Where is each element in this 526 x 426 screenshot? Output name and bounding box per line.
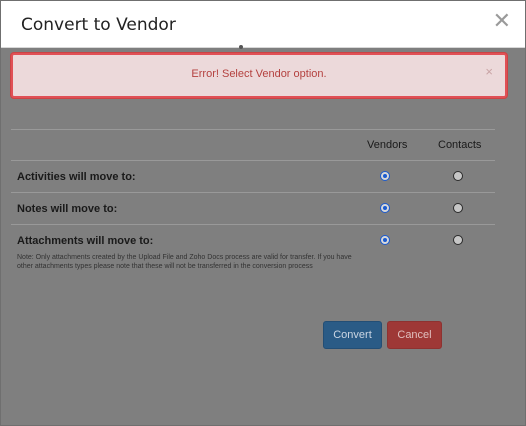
attachments-note: Note: Only attachments created by the Up… <box>17 254 352 270</box>
table-row: Notes will move to: <box>11 193 495 225</box>
row-label-notes: Notes will move to: <box>17 203 118 215</box>
row-label-attachments: Attachments will move to: <box>17 235 154 247</box>
error-message: Error! Select Vendor option. <box>191 68 327 80</box>
radio-attachments-contacts[interactable] <box>453 235 463 245</box>
dialog-title: Convert to Vendor <box>21 15 176 35</box>
table-row: Attachments will move to: Note: Only att… <box>11 225 495 287</box>
radio-activities-vendors[interactable] <box>380 171 390 181</box>
radio-attachments-vendors[interactable] <box>380 235 390 245</box>
radio-notes-vendors[interactable] <box>380 203 390 213</box>
convert-to-vendor-dialog: Convert to Vendor ✕ Error! Select Vendor… <box>0 0 526 426</box>
table-header-row: Vendors Contacts <box>11 130 495 161</box>
error-alert: Error! Select Vendor option. × <box>11 53 507 98</box>
radio-activities-contacts[interactable] <box>453 171 463 181</box>
dialog-header: Convert to Vendor ✕ <box>1 1 525 48</box>
radio-notes-contacts[interactable] <box>453 203 463 213</box>
convert-button[interactable]: Convert <box>323 321 382 349</box>
background-artifact <box>239 45 243 49</box>
table-row: Activities will move to: <box>11 161 495 193</box>
column-header-vendors: Vendors <box>367 139 408 151</box>
cancel-button[interactable]: Cancel <box>387 321 442 349</box>
row-label-activities: Activities will move to: <box>17 171 136 183</box>
alert-close-icon[interactable]: × <box>485 64 493 79</box>
transfer-table: Vendors Contacts Activities will move to… <box>11 129 495 287</box>
column-header-contacts: Contacts <box>438 139 482 151</box>
close-icon[interactable]: ✕ <box>493 11 511 33</box>
